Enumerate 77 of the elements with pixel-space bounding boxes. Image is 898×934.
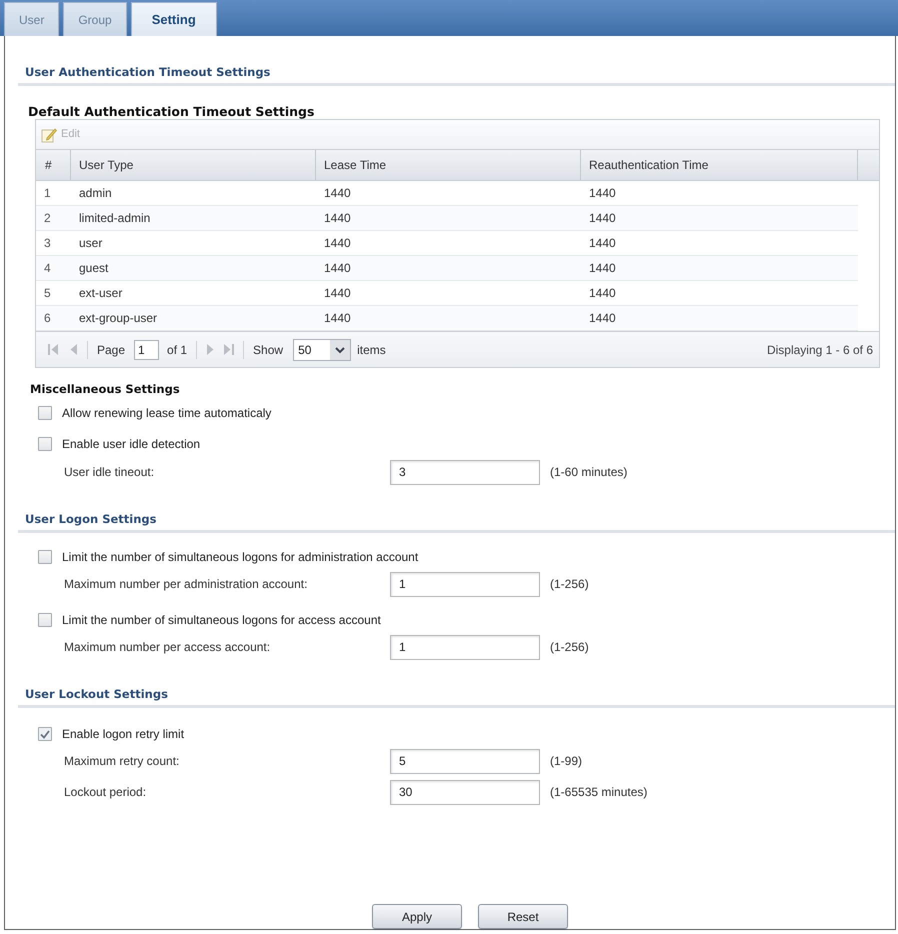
table-cell-text: 1440 [323, 285, 351, 302]
table-cell-text: 1440 [323, 235, 351, 252]
triangle-left-icon[interactable] [68, 344, 78, 355]
table-cell-text: ext-group-user [78, 310, 158, 327]
pencil-note-icon [41, 126, 57, 142]
table-cell-text: 1440 [588, 210, 616, 227]
table-cell-text: 1440 [323, 260, 351, 277]
table-cell-text: 1440 [588, 260, 616, 277]
items-label: items [357, 342, 386, 358]
range-hint: (1-65535 minutes) [550, 784, 648, 801]
input-field[interactable]: 1 [390, 572, 540, 596]
table-cell-text: 1440 [588, 235, 616, 252]
field-label: Maximum number per access account: [64, 639, 272, 656]
range-hint: (1-60 minutes) [550, 464, 628, 481]
table-cell-text: 4 [43, 260, 51, 277]
input-field[interactable]: 1 [390, 634, 540, 660]
table-cell-text: 1440 [588, 310, 616, 327]
column-header[interactable]: Lease Time [316, 156, 386, 174]
display-summary: Displaying 1 - 6 of 6 [766, 342, 873, 358]
field-label: Maximum retry count: [64, 753, 180, 770]
checkbox-label: Enable user idle detection [62, 436, 200, 452]
page-size-select[interactable]: 50 [293, 338, 352, 360]
table-cell-text: 1440 [323, 185, 351, 202]
show-label: Show [253, 342, 284, 358]
table-cell-text: ext-user [78, 285, 122, 302]
input-field[interactable]: 3 [390, 460, 540, 484]
table-cell-text: guest [78, 260, 108, 277]
field-label: Maximum number per administration account: [64, 576, 308, 593]
checkbox-label: Allow renewing lease time automaticaly [62, 404, 272, 422]
input-field[interactable]: 5 [390, 748, 540, 774]
chevron-down-icon [330, 340, 350, 360]
section-heading: User Authentication Timeout Settings [25, 65, 270, 79]
checkbox-label: Limit the number of simultaneous logons for access account [62, 612, 381, 629]
action-button[interactable]: Reset [478, 904, 568, 929]
field-label: User idle tineout: [64, 464, 156, 481]
page-number-input[interactable]: 1 [134, 340, 160, 360]
table-cell-text: 6 [43, 310, 51, 327]
column-header[interactable]: Reauthentication Time [581, 156, 708, 174]
action-button[interactable]: Apply [372, 904, 462, 929]
checkbox[interactable] [38, 436, 52, 450]
table-row[interactable]: 6 ext-group-user 1440 1440 [36, 306, 858, 331]
checkbox[interactable] [38, 613, 52, 627]
table-cell-text: 2 [43, 210, 51, 227]
table-cell-text: 1440 [323, 310, 351, 327]
section-heading: User Lockout Settings [25, 687, 168, 701]
skip-back-icon[interactable] [48, 344, 58, 355]
page-label: Page [97, 342, 126, 358]
table-cell-text: 1440 [588, 285, 616, 302]
checkbox[interactable] [38, 727, 52, 741]
table-cell-text: 1 [43, 185, 51, 202]
subsection-heading: Miscellaneous Settings [30, 382, 180, 396]
table-cell-text: 1440 [323, 210, 351, 227]
checkbox-label: Limit the number of simultaneous logons for administration account [62, 549, 418, 566]
column-header[interactable]: User Type [71, 156, 134, 174]
table-cell-text: 1440 [588, 185, 616, 202]
section-heading: User Logon Settings [25, 512, 156, 526]
skip-forward-icon[interactable] [224, 344, 234, 355]
checkbox-label: Enable logon retry limit [62, 726, 184, 743]
table-cell-text: 3 [43, 235, 51, 252]
range-hint: (1-99) [550, 753, 582, 770]
page-count: of 1 [167, 342, 188, 358]
field-label: Lockout period: [64, 784, 148, 801]
table-cell-text: admin [78, 185, 112, 202]
checkmark-icon [40, 730, 50, 738]
table-cell-text: limited-admin [78, 210, 150, 227]
column-header[interactable]: # [36, 156, 52, 174]
table-cell-text: 5 [43, 285, 51, 302]
range-hint: (1-256) [550, 576, 589, 593]
tab[interactable]: Setting [130, 2, 217, 36]
table-cell-text: user [78, 235, 102, 252]
table-row[interactable]: 2 limited-admin 1440 1440 [36, 206, 858, 231]
checkbox[interactable] [38, 550, 52, 564]
input-field[interactable]: 30 [390, 780, 540, 804]
checkbox[interactable] [38, 406, 52, 420]
range-hint: (1-256) [550, 639, 589, 656]
table-row[interactable]: 4 guest 1440 1440 [36, 256, 858, 281]
subsection-heading: Default Authentication Timeout Settings [28, 104, 314, 119]
